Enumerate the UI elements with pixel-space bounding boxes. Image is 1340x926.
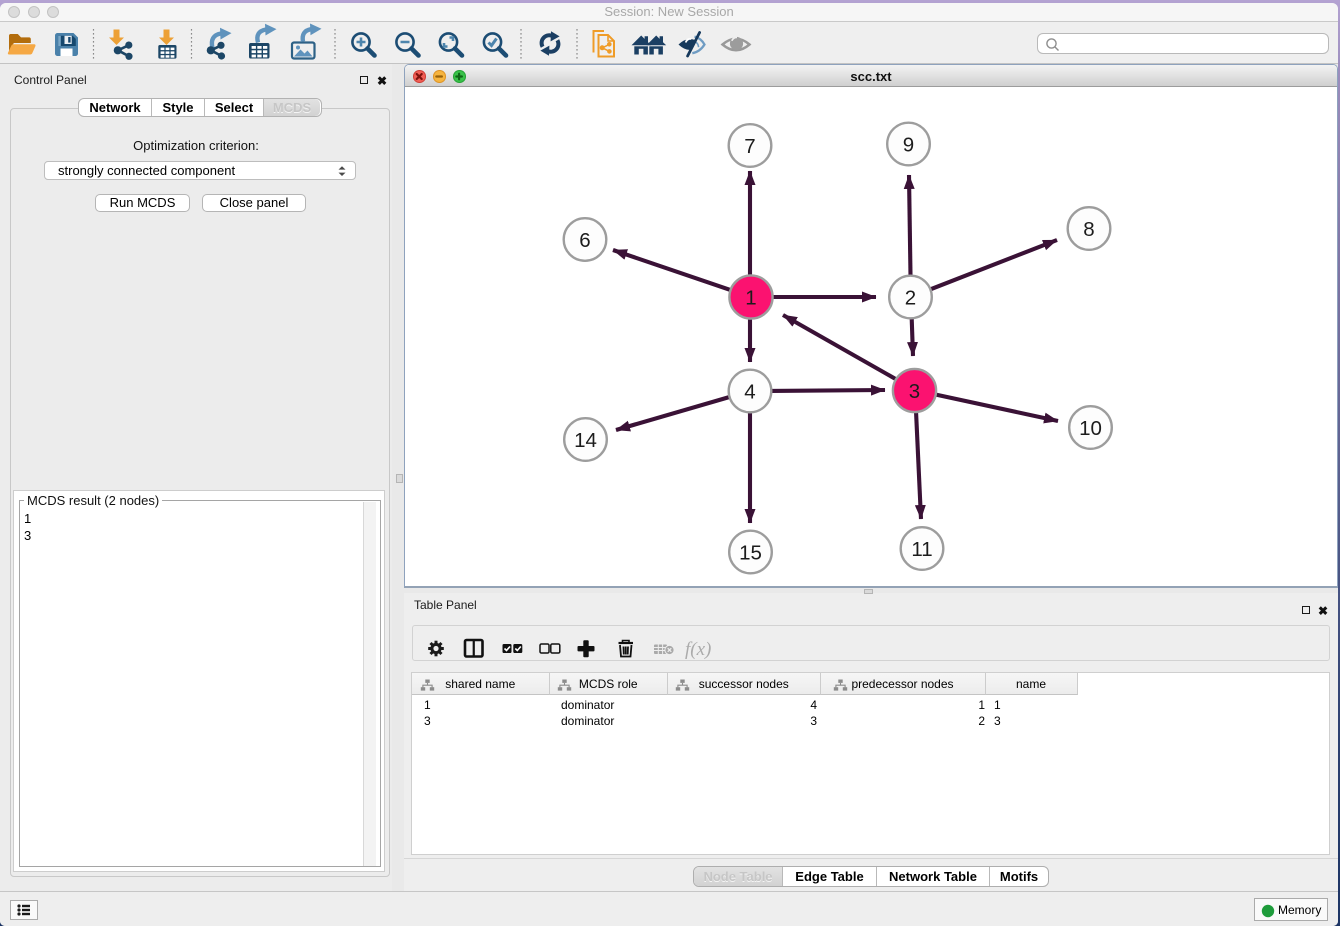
svg-text:2: 2 (905, 287, 916, 310)
svg-text:10: 10 (1079, 417, 1102, 440)
svg-text:3: 3 (909, 380, 920, 403)
svg-text:15: 15 (739, 542, 762, 565)
svg-text:1: 1 (745, 287, 756, 310)
svg-text:f(x): f(x) (685, 639, 711, 660)
svg-text:4: 4 (744, 381, 755, 404)
svg-text:14: 14 (574, 429, 597, 452)
svg-text:6: 6 (579, 229, 590, 252)
svg-text:9: 9 (903, 134, 914, 157)
svg-text:8: 8 (1083, 218, 1094, 241)
svg-text:7: 7 (744, 135, 755, 158)
svg-text:11: 11 (911, 538, 932, 561)
